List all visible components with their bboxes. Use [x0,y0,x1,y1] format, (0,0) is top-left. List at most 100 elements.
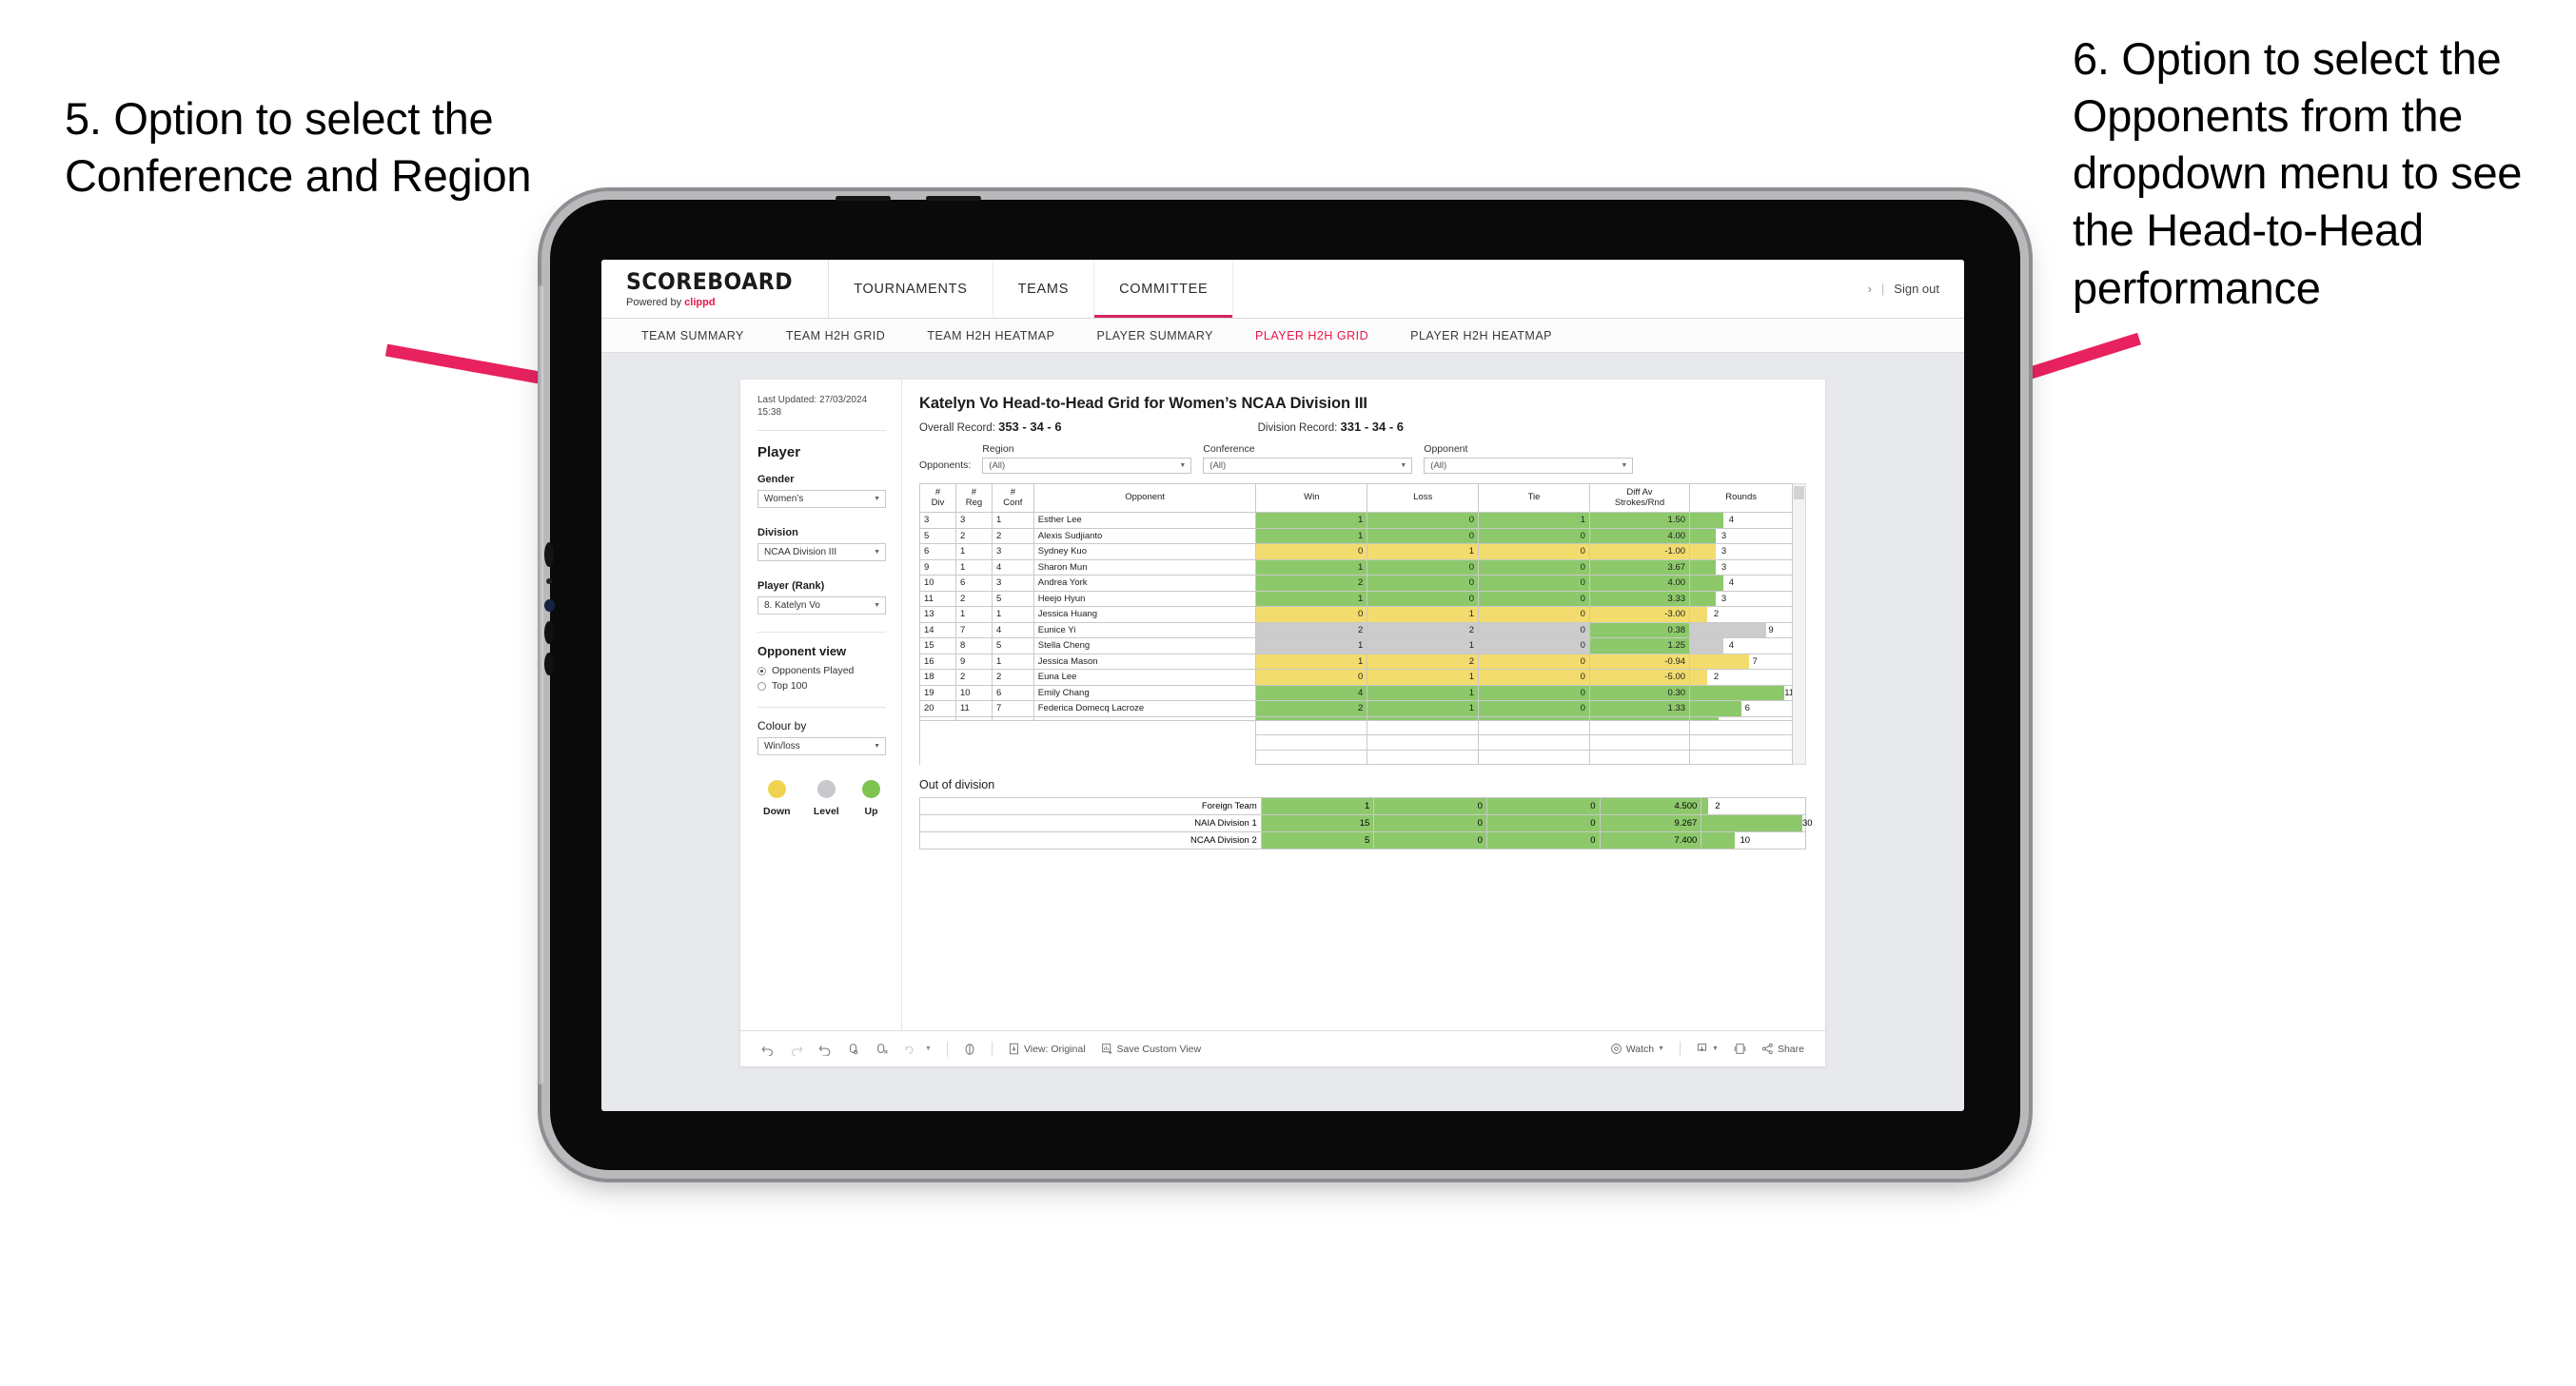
player-rank-select[interactable]: 8. Katelyn Vo ▼ [757,596,886,615]
cell: 6 [919,543,956,560]
col-diff-label: Diff Av Strokes/Rnd [1614,486,1665,508]
chevron-down-icon: ▼ [874,549,880,556]
tab-player-summary[interactable]: PLAYER SUMMARY [1075,329,1234,342]
filter-conference: Conference (All) ▼ [1203,443,1413,474]
opponents-label: Opponents: [919,459,972,471]
brand-logo[interactable]: SCOREBOARD Powered by clippd [601,260,830,318]
topnav-teams[interactable]: TEAMS [993,260,1095,318]
save-custom-view-icon[interactable]: Save Custom View [1093,1038,1209,1061]
topnav-tournaments[interactable]: TOURNAMENTS [829,260,993,318]
refresh-data-icon[interactable] [839,1038,868,1061]
legend-label-down: Down [763,806,791,817]
cell: 2 [1367,621,1480,638]
table-row[interactable]: 10 6 3 Andrea York 2 0 0 4.00 4 [919,575,1794,592]
table-scrollbar[interactable] [1793,483,1806,765]
pause-icon[interactable] [955,1038,984,1061]
colour-by-value: Win/loss [764,741,800,752]
cell: 0.38 [1588,621,1691,638]
cell: 4.00 [1588,575,1691,592]
cell: Esther Lee [1032,512,1257,529]
opponent-select[interactable]: (All) ▼ [1424,458,1634,474]
cell: 3 [954,512,993,529]
scrollbar-thumb[interactable] [1794,486,1804,499]
region-select[interactable]: (All) ▼ [982,458,1192,474]
table-row[interactable]: 9 1 4 Sharon Mun 1 0 0 3.67 3 [919,558,1794,576]
division-record: Division Record: 331 - 34 - 6 [1258,420,1404,434]
table-row[interactable]: 19106Emily Chang4100.30 11 [919,684,1794,701]
redo-icon[interactable] [782,1038,811,1061]
table-row[interactable]: 14 7 4 Eunice Yi 2 2 0 0.38 9 [919,621,1794,638]
volume-down-button[interactable] [544,653,554,675]
table-row[interactable]: 20 11 7 Federica Domecq Lacroze 2 1 0 1.33 6 [919,700,1794,717]
radio-top-100[interactable]: Top 100 [757,680,886,692]
share-icon[interactable]: Share [1754,1038,1812,1061]
annotation-5: 5. Option to select the Conference and R… [65,93,532,202]
cell: 0 [1478,653,1590,670]
last-updated-text: Last Updated: 27/03/2024 15:38 [757,395,868,418]
cell: 2 [1255,575,1368,592]
radio-label: Top 100 [772,680,808,692]
col-div-label: # Div [931,486,945,508]
cell: 15 [919,637,956,654]
chevron-right-icon[interactable]: › [1868,282,1872,296]
col-reg-label: # Reg [965,486,983,508]
out-of-division-row[interactable]: Foreign Team 1 0 0 4.500 2 [919,797,1806,815]
tab-player-h2h-grid[interactable]: PLAYER H2H GRID [1234,329,1389,342]
device-lens [544,599,555,612]
account-area: › | Sign out [1868,260,1964,318]
cell: Eunice Yi [1032,621,1257,638]
table-row[interactable]: 5 2 2 Alexis Sudjianto 1 0 0 4.00 3 [919,527,1794,544]
dropdown-arrow-icon[interactable]: ▼ [896,1038,939,1061]
colour-by-select[interactable]: Win/loss ▼ [757,737,886,755]
table-row[interactable]: 13 1 1 Jessica Huang 0 1 0 -3.00 2 [919,606,1794,623]
topnav-committee[interactable]: COMMITTEE [1094,260,1234,318]
sign-out-link[interactable]: Sign out [1894,282,1939,296]
out-of-division-row[interactable]: NAIA Division 1 15 0 0 9.267 30 [919,814,1813,832]
col-reg: # Reg [954,483,993,513]
gender-label: Gender [757,474,795,485]
division-select[interactable]: NCAA Division III ▼ [757,543,886,561]
cell: 7.400 [1599,831,1702,849]
overall-record: Overall Record: 353 - 34 - 6 [919,420,1062,434]
tab-player-h2h-heatmap[interactable]: PLAYER H2H HEATMAP [1389,329,1573,342]
volume-up-button[interactable] [544,621,554,644]
cell [1367,734,1480,751]
cell: 1 [1255,590,1368,607]
tab-team-h2h-heatmap[interactable]: TEAM H2H HEATMAP [906,329,1075,342]
radio-opponents-played[interactable]: Opponents Played [757,665,886,676]
cell: 0 [1478,700,1590,717]
tab-team-summary[interactable]: TEAM SUMMARY [620,329,765,342]
cell: Euna Lee [1032,669,1257,686]
pause-auto-update-icon[interactable] [868,1038,896,1061]
viz-title: Katelyn Vo Head-to-Head Grid for Women’s… [919,395,1367,412]
fullscreen-icon[interactable] [1726,1038,1754,1061]
cell: 0.30 [1588,684,1691,701]
out-of-division-table: Foreign Team 1 0 0 4.500 2 NAIA Division 1 15… [919,797,1813,849]
table-row[interactable]: 11 2 5 Heejo Hyun 1 0 0 3.33 3 [919,590,1794,607]
cell: 7 [954,621,993,638]
cell: 0 [1485,814,1601,832]
view-original-icon[interactable]: View: Original [1000,1038,1093,1061]
cell: 1 [1367,684,1480,701]
revert-icon[interactable] [811,1038,839,1061]
tab-team-h2h-grid[interactable]: TEAM H2H GRID [765,329,906,342]
table-row[interactable]: 15 8 5 Stella Cheng 1 1 0 1.25 4 [919,637,1794,654]
conference-select[interactable]: (All) ▼ [1203,458,1413,474]
undo-icon[interactable] [754,1038,782,1061]
cell: 9.267 [1599,814,1702,832]
cell: 1 [1255,527,1368,544]
annotation-6: 6. Option to select the Opponents from t… [2073,33,2523,313]
watch-icon[interactable]: Watch ▼ [1603,1038,1672,1061]
table-row[interactable]: 18 2 2 Euna Lee 0 1 0 -5.00 2 [919,669,1794,686]
gender-select[interactable]: Women’s ▼ [757,490,886,508]
cell: 0 [1367,590,1480,607]
table-row[interactable]: 16 9 1 Jessica Mason 1 2 0 -0.94 7 [919,653,1794,670]
cell: 1.50 [1588,512,1691,529]
cell: -0.94 [1588,653,1691,670]
chevron-down-icon: ▼ [1179,462,1187,469]
download-icon[interactable]: ▼ [1688,1038,1726,1061]
table-row[interactable]: 3 3 1 Esther Lee 1 0 1 1.50 4 [919,512,1794,529]
table-row[interactable]: 6 1 3 Sydney Kuo 0 1 0 -1.00 3 [919,543,1794,560]
cell: 1 [1255,653,1368,670]
out-of-division-row[interactable]: NCAA Division 2 5 0 0 7.400 10 [919,831,1806,849]
